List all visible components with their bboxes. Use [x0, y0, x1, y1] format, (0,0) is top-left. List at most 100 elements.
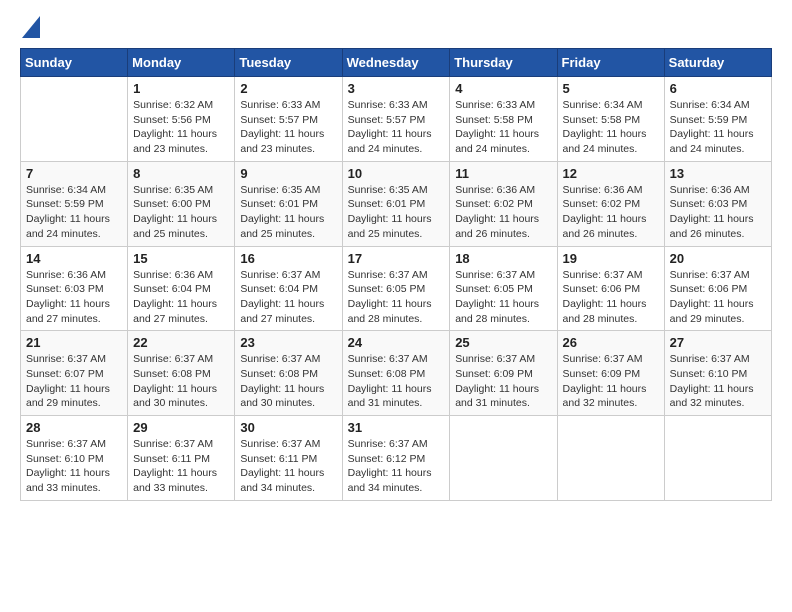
day-info: Sunrise: 6:35 AM Sunset: 6:01 PM Dayligh… [348, 183, 445, 242]
day-info: Sunrise: 6:37 AM Sunset: 6:08 PM Dayligh… [348, 352, 445, 411]
day-cell: 1Sunrise: 6:32 AM Sunset: 5:56 PM Daylig… [128, 77, 235, 162]
day-number: 30 [240, 420, 336, 435]
day-number: 22 [133, 335, 229, 350]
day-info: Sunrise: 6:37 AM Sunset: 6:10 PM Dayligh… [26, 437, 122, 496]
day-info: Sunrise: 6:37 AM Sunset: 6:05 PM Dayligh… [348, 268, 445, 327]
day-cell: 30 Sunrise: 6:37 AM Sunset: 6:11 PM Dayli… [235, 416, 342, 501]
day-number: 29 [133, 420, 229, 435]
column-header-wednesday: Wednesday [342, 49, 450, 77]
day-cell: 21 Sunrise: 6:37 AM Sunset: 6:07 PM Dayli… [21, 331, 128, 416]
day-info: Sunrise: 6:37 AM Sunset: 6:05 PM Dayligh… [455, 268, 551, 327]
day-info: Sunrise: 6:36 AM Sunset: 6:03 PM Dayligh… [26, 268, 122, 327]
day-info: Sunrise: 6:34 AM Sunset: 5:59 PM Dayligh… [670, 98, 766, 157]
day-number: 2 [240, 81, 336, 96]
day-cell: 24 Sunrise: 6:37 AM Sunset: 6:08 PM Dayli… [342, 331, 450, 416]
day-info: Sunrise: 6:37 AM Sunset: 6:11 PM Dayligh… [240, 437, 336, 496]
day-number: 14 [26, 251, 122, 266]
day-cell: 27 Sunrise: 6:37 AM Sunset: 6:10 PM Dayli… [664, 331, 771, 416]
day-number: 10 [348, 166, 445, 181]
day-cell: 10 Sunrise: 6:35 AM Sunset: 6:01 PM Dayli… [342, 161, 450, 246]
day-cell: 11 Sunrise: 6:36 AM Sunset: 6:02 PM Dayli… [450, 161, 557, 246]
column-header-monday: Monday [128, 49, 235, 77]
day-info: Sunrise: 6:37 AM Sunset: 6:04 PM Dayligh… [240, 268, 336, 327]
column-header-thursday: Thursday [450, 49, 557, 77]
day-cell: 26Sunrise: 6:37 AM Sunset: 6:09 PM Dayli… [557, 331, 664, 416]
day-number: 20 [670, 251, 766, 266]
column-header-tuesday: Tuesday [235, 49, 342, 77]
day-cell: 14 Sunrise: 6:36 AM Sunset: 6:03 PM Dayli… [21, 246, 128, 331]
day-cell: 29 Sunrise: 6:37 AM Sunset: 6:11 PM Dayli… [128, 416, 235, 501]
day-number: 24 [348, 335, 445, 350]
day-cell [557, 416, 664, 501]
logo [20, 20, 40, 38]
day-number: 17 [348, 251, 445, 266]
day-cell: 5Sunrise: 6:34 AM Sunset: 5:58 PM Daylig… [557, 77, 664, 162]
day-info: Sunrise: 6:34 AM Sunset: 5:59 PM Dayligh… [26, 183, 122, 242]
day-number: 15 [133, 251, 229, 266]
day-number: 27 [670, 335, 766, 350]
week-row-2: 7 Sunrise: 6:34 AM Sunset: 5:59 PM Daylig… [21, 161, 772, 246]
day-number: 6 [670, 81, 766, 96]
day-info: Sunrise: 6:37 AM Sunset: 6:08 PM Dayligh… [240, 352, 336, 411]
page-header [20, 20, 772, 38]
day-info: Sunrise: 6:36 AM Sunset: 6:04 PM Dayligh… [133, 268, 229, 327]
day-info: Sunrise: 6:33 AM Sunset: 5:57 PM Dayligh… [348, 98, 445, 157]
day-info: Sunrise: 6:37 AM Sunset: 6:10 PM Dayligh… [670, 352, 766, 411]
day-info: Sunrise: 6:33 AM Sunset: 5:57 PM Dayligh… [240, 98, 336, 157]
day-cell: 2 Sunrise: 6:33 AM Sunset: 5:57 PM Daylig… [235, 77, 342, 162]
calendar-body: 1Sunrise: 6:32 AM Sunset: 5:56 PM Daylig… [21, 77, 772, 501]
day-number: 8 [133, 166, 229, 181]
day-info: Sunrise: 6:37 AM Sunset: 6:07 PM Dayligh… [26, 352, 122, 411]
day-cell: 22 Sunrise: 6:37 AM Sunset: 6:08 PM Dayli… [128, 331, 235, 416]
day-cell: 23 Sunrise: 6:37 AM Sunset: 6:08 PM Dayli… [235, 331, 342, 416]
day-cell: 18Sunrise: 6:37 AM Sunset: 6:05 PM Dayli… [450, 246, 557, 331]
day-number: 21 [26, 335, 122, 350]
calendar-table: SundayMondayTuesdayWednesdayThursdayFrid… [20, 48, 772, 501]
column-header-sunday: Sunday [21, 49, 128, 77]
day-info: Sunrise: 6:35 AM Sunset: 6:01 PM Dayligh… [240, 183, 336, 242]
day-cell [664, 416, 771, 501]
day-number: 12 [563, 166, 659, 181]
week-row-3: 14 Sunrise: 6:36 AM Sunset: 6:03 PM Dayli… [21, 246, 772, 331]
day-number: 23 [240, 335, 336, 350]
day-cell [450, 416, 557, 501]
week-row-1: 1Sunrise: 6:32 AM Sunset: 5:56 PM Daylig… [21, 77, 772, 162]
day-number: 13 [670, 166, 766, 181]
day-info: Sunrise: 6:37 AM Sunset: 6:12 PM Dayligh… [348, 437, 445, 496]
day-info: Sunrise: 6:36 AM Sunset: 6:03 PM Dayligh… [670, 183, 766, 242]
day-cell: 8 Sunrise: 6:35 AM Sunset: 6:00 PM Daylig… [128, 161, 235, 246]
day-info: Sunrise: 6:37 AM Sunset: 6:09 PM Dayligh… [563, 352, 659, 411]
day-cell: 20Sunrise: 6:37 AM Sunset: 6:06 PM Dayli… [664, 246, 771, 331]
day-cell: 13 Sunrise: 6:36 AM Sunset: 6:03 PM Dayli… [664, 161, 771, 246]
day-info: Sunrise: 6:35 AM Sunset: 6:00 PM Dayligh… [133, 183, 229, 242]
day-cell: 28Sunrise: 6:37 AM Sunset: 6:10 PM Dayli… [21, 416, 128, 501]
day-info: Sunrise: 6:36 AM Sunset: 6:02 PM Dayligh… [455, 183, 551, 242]
logo-triangle-icon [22, 16, 40, 38]
day-info: Sunrise: 6:37 AM Sunset: 6:09 PM Dayligh… [455, 352, 551, 411]
day-number: 3 [348, 81, 445, 96]
day-info: Sunrise: 6:37 AM Sunset: 6:08 PM Dayligh… [133, 352, 229, 411]
day-info: Sunrise: 6:36 AM Sunset: 6:02 PM Dayligh… [563, 183, 659, 242]
day-cell: 6 Sunrise: 6:34 AM Sunset: 5:59 PM Daylig… [664, 77, 771, 162]
day-cell: 17 Sunrise: 6:37 AM Sunset: 6:05 PM Dayli… [342, 246, 450, 331]
day-number: 16 [240, 251, 336, 266]
day-info: Sunrise: 6:37 AM Sunset: 6:11 PM Dayligh… [133, 437, 229, 496]
day-number: 1 [133, 81, 229, 96]
column-header-friday: Friday [557, 49, 664, 77]
day-info: Sunrise: 6:33 AM Sunset: 5:58 PM Dayligh… [455, 98, 551, 157]
day-cell: 31Sunrise: 6:37 AM Sunset: 6:12 PM Dayli… [342, 416, 450, 501]
day-number: 11 [455, 166, 551, 181]
day-cell [21, 77, 128, 162]
day-cell: 9 Sunrise: 6:35 AM Sunset: 6:01 PM Daylig… [235, 161, 342, 246]
week-row-5: 28Sunrise: 6:37 AM Sunset: 6:10 PM Dayli… [21, 416, 772, 501]
day-cell: 25Sunrise: 6:37 AM Sunset: 6:09 PM Dayli… [450, 331, 557, 416]
header-row: SundayMondayTuesdayWednesdayThursdayFrid… [21, 49, 772, 77]
day-cell: 12 Sunrise: 6:36 AM Sunset: 6:02 PM Dayli… [557, 161, 664, 246]
day-cell: 3 Sunrise: 6:33 AM Sunset: 5:57 PM Daylig… [342, 77, 450, 162]
day-info: Sunrise: 6:34 AM Sunset: 5:58 PM Dayligh… [563, 98, 659, 157]
day-number: 4 [455, 81, 551, 96]
day-cell: 15 Sunrise: 6:36 AM Sunset: 6:04 PM Dayli… [128, 246, 235, 331]
column-header-saturday: Saturday [664, 49, 771, 77]
day-number: 9 [240, 166, 336, 181]
day-number: 7 [26, 166, 122, 181]
